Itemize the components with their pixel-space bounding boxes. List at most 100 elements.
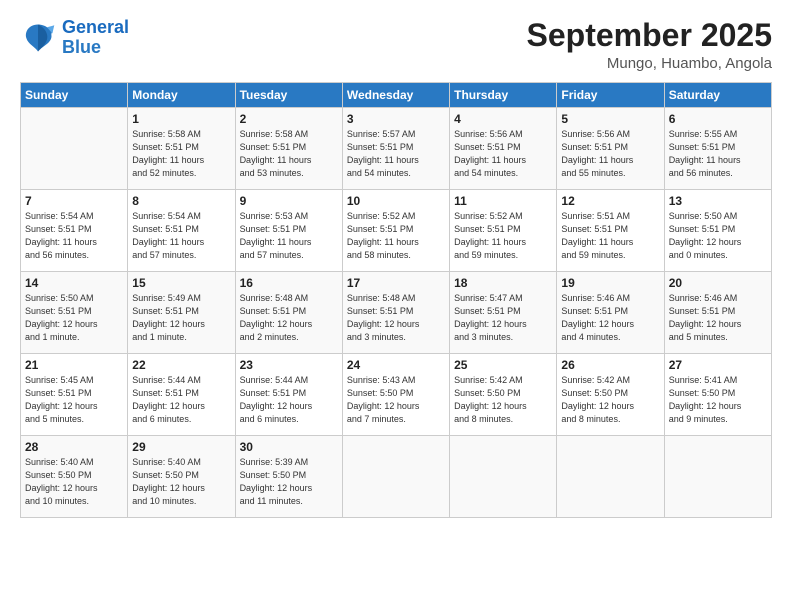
- day-number: 19: [561, 276, 659, 290]
- logo-line1: General: [62, 17, 129, 37]
- calendar-day: [21, 108, 128, 190]
- calendar-day: 28 Sunrise: 5:40 AMSunset: 5:50 PMDayligh…: [21, 436, 128, 518]
- day-info: Sunrise: 5:49 AMSunset: 5:51 PMDaylight:…: [132, 292, 230, 344]
- col-monday: Monday: [128, 83, 235, 108]
- day-number: 20: [669, 276, 767, 290]
- page: General Blue September 2025 Mungo, Huamb…: [0, 0, 792, 612]
- day-number: 7: [25, 194, 123, 208]
- day-number: 23: [240, 358, 338, 372]
- logo-icon: [20, 20, 56, 56]
- calendar-day: [664, 436, 771, 518]
- day-info: Sunrise: 5:40 AMSunset: 5:50 PMDaylight:…: [25, 456, 123, 508]
- day-info: Sunrise: 5:55 AMSunset: 5:51 PMDaylight:…: [669, 128, 767, 180]
- day-number: 15: [132, 276, 230, 290]
- calendar-day: 16Sunrise: 5:48 AMSunset: 5:51 PMDayligh…: [235, 272, 342, 354]
- logo-line2: Blue: [62, 37, 101, 57]
- day-number: 26: [561, 358, 659, 372]
- day-number: 24: [347, 358, 445, 372]
- day-number: 12: [561, 194, 659, 208]
- day-number: 2: [240, 112, 338, 126]
- day-info: Sunrise: 5:54 AMSunset: 5:51 PMDaylight:…: [132, 210, 230, 262]
- day-number: 27: [669, 358, 767, 372]
- calendar-week-3: 14 Sunrise: 5:50 AMSunset: 5:51 PMDayligh…: [21, 272, 772, 354]
- logo: General Blue: [20, 18, 129, 58]
- calendar-day: 15 Sunrise: 5:49 AMSunset: 5:51 PMDayligh…: [128, 272, 235, 354]
- title-block: September 2025 Mungo, Huambo, Angola: [527, 18, 772, 72]
- calendar-day: 29Sunrise: 5:40 AMSunset: 5:50 PMDayligh…: [128, 436, 235, 518]
- calendar-day: 14 Sunrise: 5:50 AMSunset: 5:51 PMDayligh…: [21, 272, 128, 354]
- day-number: 10: [347, 194, 445, 208]
- day-info: Sunrise: 5:48 AMSunset: 5:51 PMDaylight:…: [240, 292, 338, 344]
- calendar-week-5: 28 Sunrise: 5:40 AMSunset: 5:50 PMDayligh…: [21, 436, 772, 518]
- calendar-day: 20 Sunrise: 5:46 AMSunset: 5:51 PMDayligh…: [664, 272, 771, 354]
- day-info: Sunrise: 5:43 AMSunset: 5:50 PMDaylight:…: [347, 374, 445, 426]
- day-number: 28: [25, 440, 123, 454]
- day-info: Sunrise: 5:57 AMSunset: 5:51 PMDaylight:…: [347, 128, 445, 180]
- day-info: Sunrise: 5:53 AMSunset: 5:51 PMDaylight:…: [240, 210, 338, 262]
- calendar-day: [557, 436, 664, 518]
- calendar-day: 12 Sunrise: 5:51 AMSunset: 5:51 PMDayligh…: [557, 190, 664, 272]
- day-info: Sunrise: 5:40 AMSunset: 5:50 PMDaylight:…: [132, 456, 230, 508]
- day-info: Sunrise: 5:44 AMSunset: 5:51 PMDaylight:…: [132, 374, 230, 426]
- calendar-day: 9Sunrise: 5:53 AMSunset: 5:51 PMDaylight…: [235, 190, 342, 272]
- day-number: 5: [561, 112, 659, 126]
- calendar-day: 13Sunrise: 5:50 AMSunset: 5:51 PMDayligh…: [664, 190, 771, 272]
- month-title: September 2025: [527, 18, 772, 53]
- day-number: 18: [454, 276, 552, 290]
- day-info: Sunrise: 5:50 AMSunset: 5:51 PMDaylight:…: [669, 210, 767, 262]
- day-info: Sunrise: 5:52 AMSunset: 5:51 PMDaylight:…: [454, 210, 552, 262]
- calendar-day: [342, 436, 449, 518]
- day-info: Sunrise: 5:39 AMSunset: 5:50 PMDaylight:…: [240, 456, 338, 508]
- calendar-table: Sunday Monday Tuesday Wednesday Thursday…: [20, 82, 772, 518]
- calendar-day: 24 Sunrise: 5:43 AMSunset: 5:50 PMDayligh…: [342, 354, 449, 436]
- calendar-day: 5 Sunrise: 5:56 AMSunset: 5:51 PMDaylight…: [557, 108, 664, 190]
- calendar-day: 11 Sunrise: 5:52 AMSunset: 5:51 PMDayligh…: [450, 190, 557, 272]
- day-number: 1: [132, 112, 230, 126]
- day-info: Sunrise: 5:46 AMSunset: 5:51 PMDaylight:…: [669, 292, 767, 344]
- day-info: Sunrise: 5:42 AMSunset: 5:50 PMDaylight:…: [454, 374, 552, 426]
- day-info: Sunrise: 5:50 AMSunset: 5:51 PMDaylight:…: [25, 292, 123, 344]
- logo-text: General Blue: [62, 18, 129, 58]
- day-info: Sunrise: 5:45 AMSunset: 5:51 PMDaylight:…: [25, 374, 123, 426]
- day-number: 11: [454, 194, 552, 208]
- calendar-day: 3 Sunrise: 5:57 AMSunset: 5:51 PMDaylight…: [342, 108, 449, 190]
- day-info: Sunrise: 5:56 AMSunset: 5:51 PMDaylight:…: [454, 128, 552, 180]
- col-thursday: Thursday: [450, 83, 557, 108]
- calendar-day: 4 Sunrise: 5:56 AMSunset: 5:51 PMDaylight…: [450, 108, 557, 190]
- calendar-day: 6 Sunrise: 5:55 AMSunset: 5:51 PMDaylight…: [664, 108, 771, 190]
- col-sunday: Sunday: [21, 83, 128, 108]
- calendar-day: 8 Sunrise: 5:54 AMSunset: 5:51 PMDaylight…: [128, 190, 235, 272]
- calendar-day: 25Sunrise: 5:42 AMSunset: 5:50 PMDayligh…: [450, 354, 557, 436]
- col-friday: Friday: [557, 83, 664, 108]
- day-number: 30: [240, 440, 338, 454]
- day-info: Sunrise: 5:56 AMSunset: 5:51 PMDaylight:…: [561, 128, 659, 180]
- subtitle: Mungo, Huambo, Angola: [527, 55, 772, 72]
- day-info: Sunrise: 5:41 AMSunset: 5:50 PMDaylight:…: [669, 374, 767, 426]
- day-number: 4: [454, 112, 552, 126]
- calendar-day: 30 Sunrise: 5:39 AMSunset: 5:50 PMDayligh…: [235, 436, 342, 518]
- header: General Blue September 2025 Mungo, Huamb…: [20, 18, 772, 72]
- calendar-day: 2Sunrise: 5:58 AMSunset: 5:51 PMDaylight…: [235, 108, 342, 190]
- day-number: 17: [347, 276, 445, 290]
- day-number: 6: [669, 112, 767, 126]
- calendar-day: 10Sunrise: 5:52 AMSunset: 5:51 PMDayligh…: [342, 190, 449, 272]
- calendar-day: 1 Sunrise: 5:58 AMSunset: 5:51 PMDaylight…: [128, 108, 235, 190]
- calendar-day: 19 Sunrise: 5:46 AMSunset: 5:51 PMDayligh…: [557, 272, 664, 354]
- day-info: Sunrise: 5:58 AMSunset: 5:51 PMDaylight:…: [132, 128, 230, 180]
- day-info: Sunrise: 5:51 AMSunset: 5:51 PMDaylight:…: [561, 210, 659, 262]
- day-number: 22: [132, 358, 230, 372]
- day-info: Sunrise: 5:46 AMSunset: 5:51 PMDaylight:…: [561, 292, 659, 344]
- calendar-week-4: 21Sunrise: 5:45 AMSunset: 5:51 PMDayligh…: [21, 354, 772, 436]
- day-info: Sunrise: 5:54 AMSunset: 5:51 PMDaylight:…: [25, 210, 123, 262]
- calendar-week-1: 1 Sunrise: 5:58 AMSunset: 5:51 PMDaylight…: [21, 108, 772, 190]
- day-number: 3: [347, 112, 445, 126]
- calendar-day: 22 Sunrise: 5:44 AMSunset: 5:51 PMDayligh…: [128, 354, 235, 436]
- day-number: 14: [25, 276, 123, 290]
- col-tuesday: Tuesday: [235, 83, 342, 108]
- calendar-day: 18 Sunrise: 5:47 AMSunset: 5:51 PMDayligh…: [450, 272, 557, 354]
- calendar-day: 7 Sunrise: 5:54 AMSunset: 5:51 PMDaylight…: [21, 190, 128, 272]
- col-wednesday: Wednesday: [342, 83, 449, 108]
- day-info: Sunrise: 5:42 AMSunset: 5:50 PMDaylight:…: [561, 374, 659, 426]
- day-number: 8: [132, 194, 230, 208]
- day-info: Sunrise: 5:47 AMSunset: 5:51 PMDaylight:…: [454, 292, 552, 344]
